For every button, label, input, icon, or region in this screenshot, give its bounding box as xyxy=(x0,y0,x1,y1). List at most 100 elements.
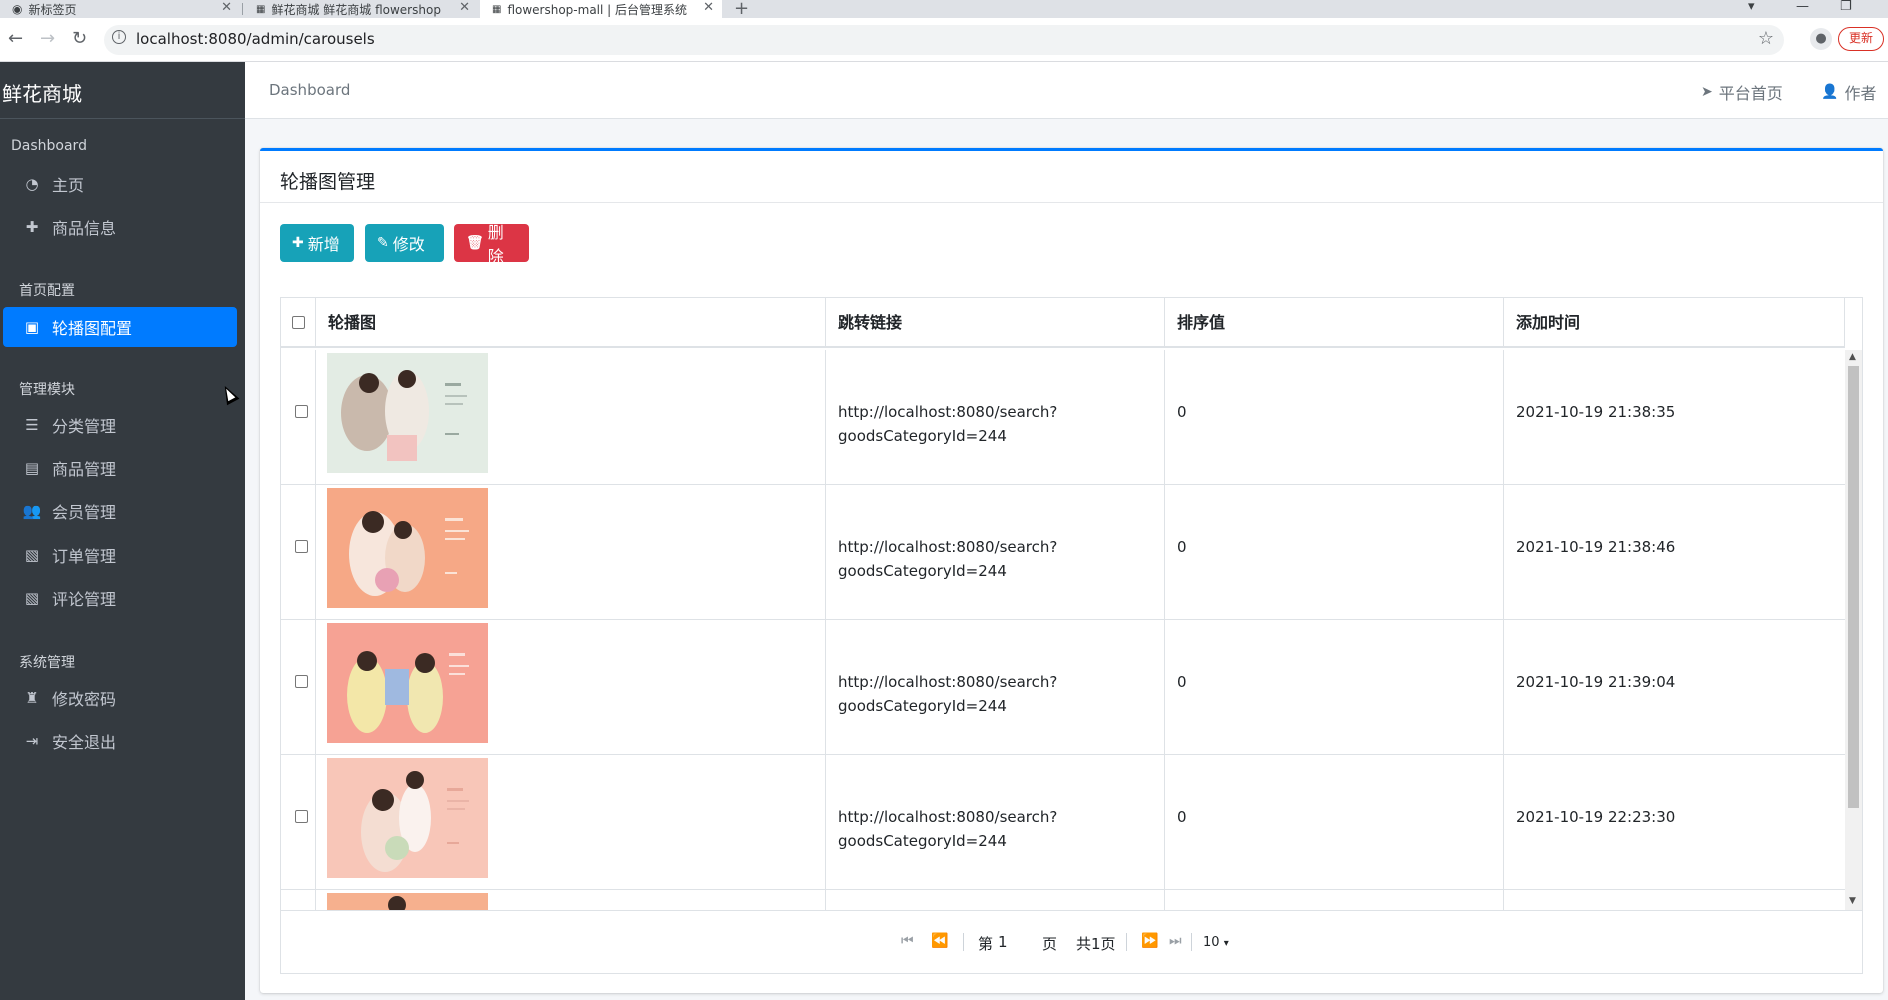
platform-home-link[interactable]: ➤ 平台首页 xyxy=(1701,80,1783,104)
header-redirect-link[interactable]: 跳转链接 xyxy=(826,298,1165,348)
tab-close-icon[interactable]: ✕ xyxy=(703,0,714,15)
tab-close-icon[interactable]: ✕ xyxy=(221,0,232,15)
page-number-input[interactable]: 1 xyxy=(998,933,1008,951)
url-field[interactable]: i localhost:8080/admin/carousels ☆ xyxy=(104,25,1784,55)
tab-close-icon[interactable]: ✕ xyxy=(459,0,470,15)
delete-button[interactable]: 🗑 删除 xyxy=(454,223,529,266)
delete-label: 删除 xyxy=(487,223,504,266)
back-icon[interactable]: ← xyxy=(8,28,23,49)
sidebar-item-comments[interactable]: ▧ 评论管理 xyxy=(3,578,237,618)
table-row[interactable]: http://localhost:8080/search? goodsCateg… xyxy=(281,755,1845,890)
sidebar-item-home[interactable]: ◔ 主页 xyxy=(3,164,237,204)
site-icon: ▦ xyxy=(492,3,502,15)
tab-title: 新标签页 xyxy=(28,2,77,17)
header-sort-value[interactable]: 排序值 xyxy=(1165,298,1504,348)
sidebar-item-logout[interactable]: ⇥ 安全退出 xyxy=(3,721,237,761)
total-pages: 共1页 xyxy=(1076,935,1116,953)
brand-title[interactable]: 鲜花商城 xyxy=(2,78,82,107)
browser-tab-newtab[interactable]: ◉ 新标签页 ✕ xyxy=(0,0,240,18)
scroll-up-icon[interactable]: ▲ xyxy=(1849,352,1856,362)
page-size-select[interactable]: 10 ▾ xyxy=(1203,935,1229,950)
header-carousel-image[interactable]: 轮播图 xyxy=(316,298,826,348)
carousel-thumbnail[interactable] xyxy=(327,623,488,743)
sidebar-item-orders[interactable]: ▧ 订单管理 xyxy=(3,535,237,575)
top-navbar: Dashboard ➤ 平台首页 👤 作者 xyxy=(245,62,1888,119)
forward-icon[interactable]: → xyxy=(40,28,55,49)
created-time: 2021-10-19 21:38:46 xyxy=(1516,538,1676,556)
trash-icon: 🗑 xyxy=(466,235,484,251)
row-checkbox[interactable] xyxy=(295,810,308,823)
carousel-thumbnail[interactable] xyxy=(327,758,488,878)
sign-out-icon: ⇥ xyxy=(25,732,39,750)
redirect-link[interactable]: http://localhost:8080/search? goodsCateg… xyxy=(838,805,1057,853)
globe-icon: ◉ xyxy=(12,2,23,16)
sidebar-item-goods[interactable]: ▤ 商品管理 xyxy=(3,448,237,488)
edit-button[interactable]: ✎ 修改 xyxy=(365,224,444,262)
sidebar-item-change-password[interactable]: ♜ 修改密码 xyxy=(3,678,237,718)
table-row[interactable] xyxy=(281,890,1845,910)
sidebar-item-label: 商品管理 xyxy=(52,460,117,479)
sidebar-item-carousel-config[interactable]: ▣ 轮播图配置 xyxy=(3,307,237,347)
row-checkbox-cell xyxy=(281,755,316,890)
redirect-link[interactable]: http://localhost:8080/search? goodsCateg… xyxy=(838,535,1057,583)
table-body: http://localhost:8080/search? goodsCateg… xyxy=(281,350,1845,910)
carousel-thumbnail[interactable] xyxy=(327,488,488,608)
scroll-thumb[interactable] xyxy=(1848,366,1859,808)
edit-icon: ✎ xyxy=(377,235,389,251)
last-page-icon[interactable]: ⏭ xyxy=(1169,933,1182,949)
browser-tab-flowershop[interactable]: ▦ 鲜花商城 鲜花商城 flowershop ✕ xyxy=(244,0,478,18)
star-icon[interactable]: ☆ xyxy=(1758,28,1774,49)
redirect-link[interactable]: http://localhost:8080/search? goodsCateg… xyxy=(838,670,1057,718)
browser-tab-admin[interactable]: ▦ flowershop-mall | 后台管理系统 ✕ xyxy=(480,0,722,18)
sidebar-item-members[interactable]: 👥 会员管理 xyxy=(3,491,237,531)
redirect-link-line2: goodsCategoryId=244 xyxy=(838,832,1007,850)
sidebar-item-label: 会员管理 xyxy=(52,503,117,522)
redirect-link-cell: http://localhost:8080/search? goodsCateg… xyxy=(826,485,1165,620)
prev-page-icon[interactable]: ⏪ xyxy=(931,933,948,949)
author-link[interactable]: 👤 作者 xyxy=(1821,80,1876,104)
tab-title: 鲜花商城 鲜花商城 flowershop xyxy=(271,2,441,17)
sidebar: 鲜花商城 Dashboard ◔ 主页 ✚ 商品信息 首页配置 ▣ 轮播图配置 … xyxy=(0,62,245,1000)
money-icon: ▧ xyxy=(24,589,40,607)
sidebar-item-category[interactable]: ☰ 分类管理 xyxy=(3,405,237,445)
carousel-image-cell xyxy=(316,755,826,890)
table-row[interactable]: http://localhost:8080/search? goodsCateg… xyxy=(281,485,1845,620)
table-scrollbar[interactable]: ▲ ▼ xyxy=(1845,350,1862,910)
breadcrumb[interactable]: Dashboard xyxy=(269,81,350,99)
created-time: 2021-10-19 21:38:35 xyxy=(1516,403,1676,421)
header-created-time[interactable]: 添加时间 xyxy=(1504,298,1845,348)
table-row[interactable]: http://localhost:8080/search? goodsCateg… xyxy=(281,620,1845,755)
users-icon: 👥 xyxy=(22,502,42,520)
redirect-link-cell: http://localhost:8080/search? goodsCateg… xyxy=(826,755,1165,890)
info-icon[interactable]: i xyxy=(112,30,126,44)
redirect-link[interactable]: http://localhost:8080/search? goodsCateg… xyxy=(838,400,1057,448)
new-tab-icon[interactable]: + xyxy=(734,0,749,19)
next-page-icon[interactable]: ⏩ xyxy=(1141,933,1158,949)
carousel-thumbnail[interactable] xyxy=(327,353,488,473)
money-icon: ▧ xyxy=(24,546,40,564)
restore-icon[interactable]: ❐ xyxy=(1840,0,1852,14)
table-header: 轮播图 跳转链接 排序值 添加时间 xyxy=(281,298,1845,348)
redirect-link-line1: http://localhost:8080/search? xyxy=(838,538,1058,556)
carousel-thumbnail[interactable] xyxy=(327,893,488,910)
add-label: 新增 xyxy=(307,235,340,254)
nav-header-dashboard: Dashboard xyxy=(11,138,87,154)
browser-tab-bar: ◉ 新标签页 ✕ ▦ 鲜花商城 鲜花商城 flowershop ✕ ▦ flow… xyxy=(0,0,1888,19)
profile-avatar-icon[interactable]: ● xyxy=(1810,28,1832,50)
sidebar-item-goods-info[interactable]: ✚ 商品信息 xyxy=(3,207,237,247)
scroll-down-icon[interactable]: ▼ xyxy=(1849,896,1856,906)
tab-search-icon[interactable]: ▾ xyxy=(1748,0,1755,14)
first-page-icon[interactable]: ⏮ xyxy=(901,933,914,949)
row-checkbox[interactable] xyxy=(295,405,308,418)
select-all-checkbox[interactable] xyxy=(292,316,305,329)
minimize-icon[interactable]: — xyxy=(1796,0,1809,14)
add-button[interactable]: ✚ 新增 xyxy=(280,224,354,262)
reload-icon[interactable]: ↻ xyxy=(72,28,87,49)
update-button[interactable]: 更新 xyxy=(1838,27,1884,51)
created-time-cell: 2021-10-19 21:38:35 xyxy=(1504,350,1845,485)
row-checkbox[interactable] xyxy=(295,675,308,688)
chevron-down-icon: ▾ xyxy=(1223,938,1229,949)
divider xyxy=(1126,933,1127,951)
table-row[interactable]: http://localhost:8080/search? goodsCateg… xyxy=(281,350,1845,485)
row-checkbox[interactable] xyxy=(295,540,308,553)
